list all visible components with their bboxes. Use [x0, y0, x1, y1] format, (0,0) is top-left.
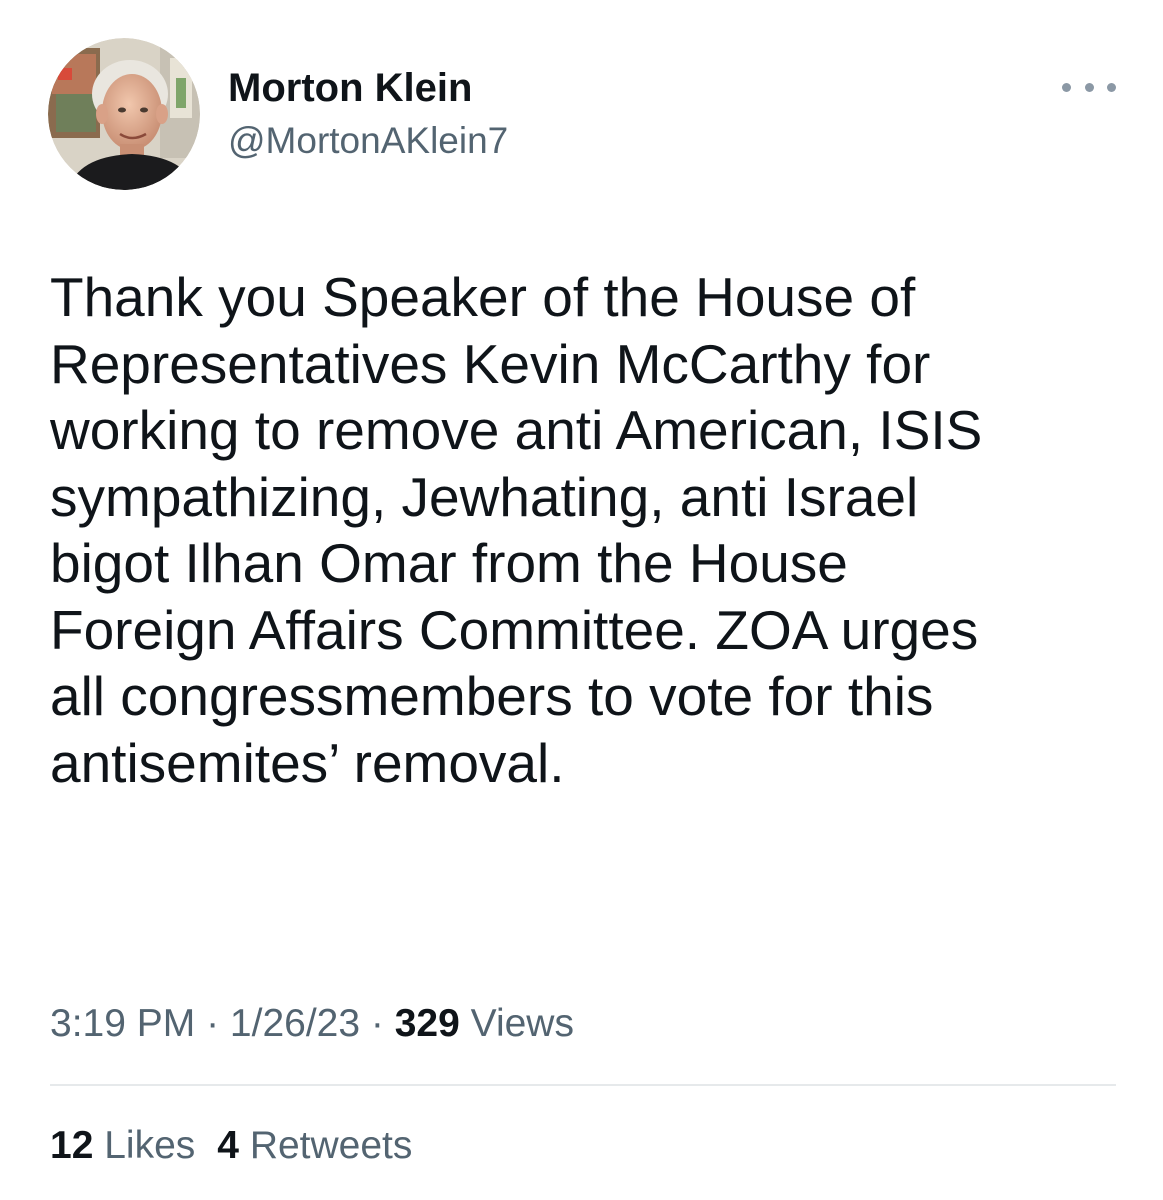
tweet-text-line: antisemites’ removal.	[50, 731, 565, 794]
more-horizontal-icon-dot-2	[1084, 82, 1094, 92]
views-count: 329	[394, 1002, 460, 1045]
meta-separator: ·	[195, 1002, 230, 1045]
engagement-stats: 12 Likes 4 Retweets	[50, 1122, 434, 1170]
retweets-count: 4	[217, 1124, 239, 1167]
tweet-text-line: Foreign Affairs Committee. ZOA urges	[50, 598, 979, 661]
retweets-label: Retweets	[238, 1124, 413, 1167]
more-horizontal-icon-dot-1	[1062, 82, 1071, 92]
retweets-stat[interactable]: 4 Retweets	[217, 1124, 412, 1167]
likes-label: Likes	[93, 1124, 196, 1167]
divider	[50, 1084, 1116, 1086]
tweet-text-line: Representatives Kevin McCarthy for	[50, 332, 931, 395]
more-horizontal-icon-dot-3	[1107, 82, 1116, 92]
likes-count: 12	[50, 1124, 94, 1167]
tweet-text-line: all congressmembers to vote for this	[50, 665, 934, 727]
tweet-text-line: Thank you Speaker of the House of	[50, 266, 916, 328]
tweet-text: Thank you Speaker of the House of Repres…	[50, 264, 1130, 796]
tweet-date[interactable]: 1/26/23	[230, 1002, 360, 1045]
author-handle[interactable]: @MortonAKlein7	[228, 119, 508, 163]
more-options-button[interactable]	[1062, 74, 1116, 100]
tweet-text-line: bigot Ilhan Omar from the House	[50, 532, 848, 594]
tweet-time[interactable]: 3:19 PM	[50, 1002, 195, 1045]
tweet-card: Morton Klein @MortonAKlein7 Thank you Sp…	[0, 0, 1163, 1200]
author-avatar[interactable]	[48, 38, 200, 190]
meta-separator: ·	[360, 1002, 395, 1045]
tweet-metadata: 3:19 PM · 1/26/23 · 329 Views	[50, 1000, 574, 1048]
likes-stat[interactable]: 12 Likes	[50, 1124, 195, 1167]
views-label: Views	[459, 1002, 574, 1045]
author-display-name[interactable]: Morton Klein	[228, 64, 472, 112]
tweet-text-line: working to remove anti American, ISIS	[50, 399, 983, 461]
profile-photo	[48, 38, 200, 190]
tweet-text-line: sympathizing, Jewhating, anti Israel	[50, 465, 919, 528]
